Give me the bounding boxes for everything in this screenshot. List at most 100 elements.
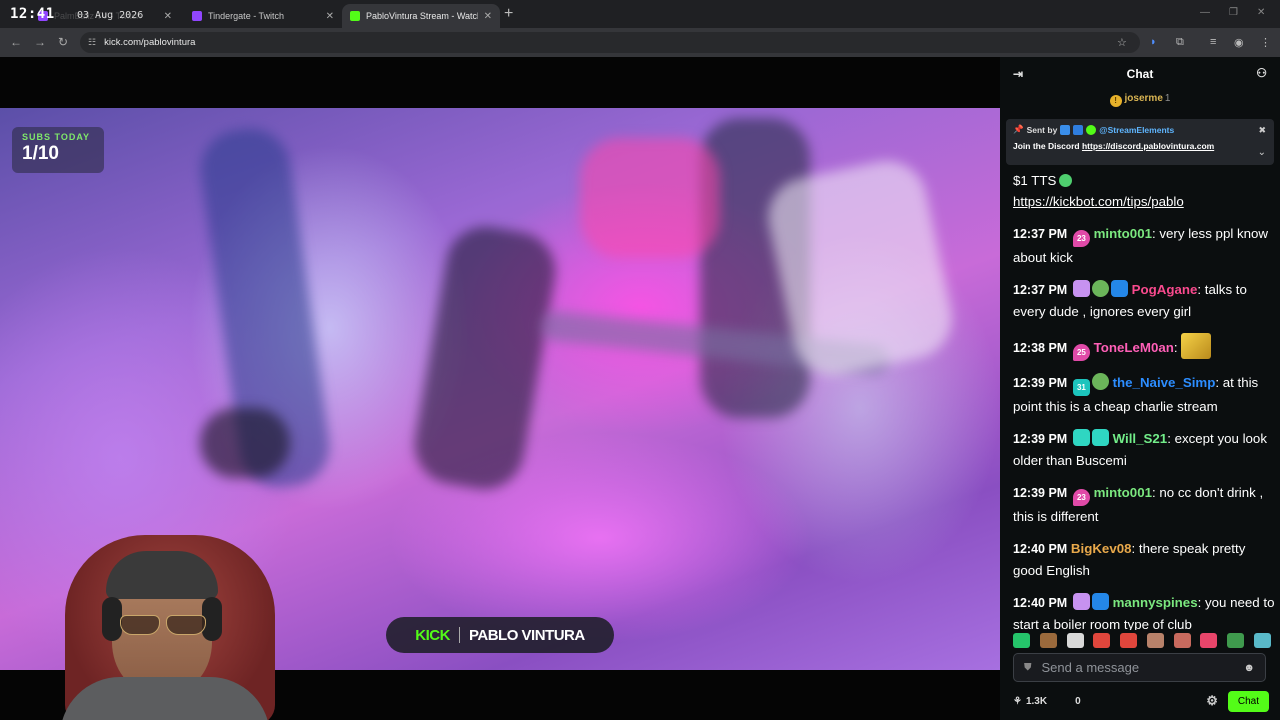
address-bar[interactable]: ☷ kick.com/pablovintura [80,32,1140,53]
bookmark-star-icon[interactable]: ☆ [1117,36,1127,49]
video-blur-shape [580,138,720,258]
system-date: 03 Aug 2026 [77,10,144,21]
maximize-icon[interactable]: ❐ [1229,7,1238,18]
message-time: 12:39 PM [1013,486,1068,500]
message-text: $1 TTS [1013,173,1057,188]
image-emote [1181,333,1212,359]
gift-coin-icon: ! [1109,95,1122,107]
video-player[interactable]: SUBS TODAY 1/10 KICK PABLO VINTURA [0,57,1000,720]
chat-message: $1 TTS https://kickbot.com/tips/pablo [1013,170,1275,212]
emote-frog-icon[interactable] [1227,632,1245,648]
emote-pink-icon[interactable] [1200,632,1218,648]
extension-audio-icon[interactable]: ◗ [1150,36,1157,48]
twitch-icon [192,11,202,21]
forward-icon[interactable]: → [34,35,46,49]
message-user[interactable]: minto001 [1094,226,1152,241]
streamer-name: PABLO VINTURA [468,626,585,644]
close-window-icon[interactable]: ✕ [1257,7,1265,18]
chat-message: 12:39 PM Will_S21: except you look older… [1013,429,1267,468]
subs-today-count: 1/10 [22,143,59,164]
emote-badge-icon [1091,280,1109,297]
tab-label: Tindergate - Twitch [208,11,285,21]
pinned-message[interactable]: 📌 Sent by @StreamElements Join the Disco… [1006,119,1274,165]
message-user[interactable]: BigKev08 [1071,541,1132,556]
streamer-shirt [60,677,270,720]
new-tab-button[interactable]: + [504,5,513,23]
profile-icon[interactable]: ◉ [1234,36,1244,49]
secondary-count: 0 [1075,695,1081,707]
quick-emote-bar [1013,630,1271,650]
chat-input-placeholder: Send a message [1041,660,1140,675]
kick-logo-text: KICK [415,626,450,644]
stream-brand-banner: KICK PABLO VINTURA [386,617,614,653]
chat-footer: ⚘ 1.3K 0 ⚙ Chat [1013,689,1269,713]
message-user[interactable]: ToneLeM0an [1094,340,1174,355]
emote-w-icon[interactable] [1013,632,1030,648]
pinned-user[interactable]: @StreamElements [1099,125,1174,135]
media-controls-icon[interactable]: ≡ [1210,36,1216,48]
message-user[interactable]: the_Naive_Simp [1113,375,1216,390]
send-chat-button[interactable]: Chat [1227,690,1269,712]
subscriber-badge-icon: 23 [1072,489,1090,506]
kick-points-icon: ⚘ [1013,695,1022,707]
sunglasses [120,615,206,635]
collapse-chat-icon[interactable]: ⇥ [1013,67,1023,81]
message-time: 12:38 PM [1013,341,1068,355]
message-time: 12:40 PM [1013,542,1068,556]
browser-tab-bar: PalmBallz TV - Twitch ✕ 12:41 03 Aug 202… [0,0,1280,28]
browser-tab-pablovintura[interactable]: PabloVintura Stream - Watch ✕ [342,4,500,28]
gift-badge-icon [1091,429,1109,446]
minimize-icon[interactable]: — [1200,7,1210,18]
message-user[interactable]: mannyspines [1113,595,1198,610]
chat-message: 12:39 PM 23 minto001: no cc don't drink … [1013,485,1264,524]
reload-icon[interactable]: ↻ [58,35,68,49]
gift-badge-icon [1072,593,1090,610]
emote-text-icon[interactable] [1066,632,1084,648]
chat-message: 12:37 PM PogAgane: talks to every dude ,… [1013,280,1247,319]
tab-label: PabloVintura Stream - Watch [366,11,478,21]
message-user[interactable]: minto001 [1094,485,1152,500]
back-icon[interactable]: ← [10,35,22,49]
site-info-icon[interactable]: ☷ [88,37,96,48]
emoji-picker-icon[interactable]: ☻ [1243,662,1255,674]
system-clock: 12:41 [10,6,55,22]
headphone-left [102,597,122,641]
emote-face-icon[interactable] [1173,632,1191,648]
webcam-overlay [40,527,300,720]
subscriber-badge-icon: 31 [1072,379,1090,396]
close-tab-icon[interactable]: ✕ [326,11,334,22]
top-gifter[interactable]: ! joserme 1 [1000,93,1280,107]
message-link[interactable]: https://kickbot.com/tips/pablo [1013,194,1184,209]
verified-badge-icon [1086,124,1097,135]
green-circle-emote [1059,174,1073,187]
chevron-down-icon[interactable]: ⌄ [1258,147,1266,158]
emote-blue-icon[interactable] [1253,632,1271,648]
emote-badge-icon [1091,373,1109,390]
pinned-text: Join the Discord [1013,141,1080,151]
video-blur-shape [408,220,562,496]
message-time: 12:39 PM [1013,376,1068,390]
chat-title: Chat [1126,67,1154,81]
pin-icon: 📌 [1013,124,1024,134]
pinned-link[interactable]: https://discord.pablovintura.com [1082,141,1214,151]
emote-red-icon[interactable] [1120,632,1138,648]
close-tab-icon[interactable]: ✕ [164,11,172,22]
moderator-badge-icon [1073,124,1084,135]
gear-icon[interactable]: ⚙ [1206,693,1218,709]
unpin-icon[interactable]: ✖ [1258,125,1266,136]
extensions-icon[interactable]: ⧉ [1176,36,1184,49]
emote-face-icon[interactable] [1146,632,1164,648]
emote-monkey-icon[interactable] [1039,632,1057,648]
emote-red-icon[interactable] [1093,632,1111,648]
message-time: 12:37 PM [1013,283,1068,297]
banner-divider [458,627,460,643]
points-count: 1.3K [1025,695,1048,707]
close-tab-icon[interactable]: ✕ [484,11,492,22]
message-user[interactable]: Will_S21 [1113,431,1168,446]
browser-tab-tindergate[interactable]: Tindergate - Twitch ✕ [184,4,342,28]
chat-message: 12:37 PM 23 minto001: very less ppl know… [1013,226,1269,265]
chat-users-icon[interactable]: ⚇ [1256,66,1267,80]
menu-icon[interactable]: ⋮ [1260,36,1271,49]
chat-message-input[interactable]: ⛊ Send a message ☻ [1013,653,1266,682]
message-user[interactable]: PogAgane [1132,282,1198,297]
